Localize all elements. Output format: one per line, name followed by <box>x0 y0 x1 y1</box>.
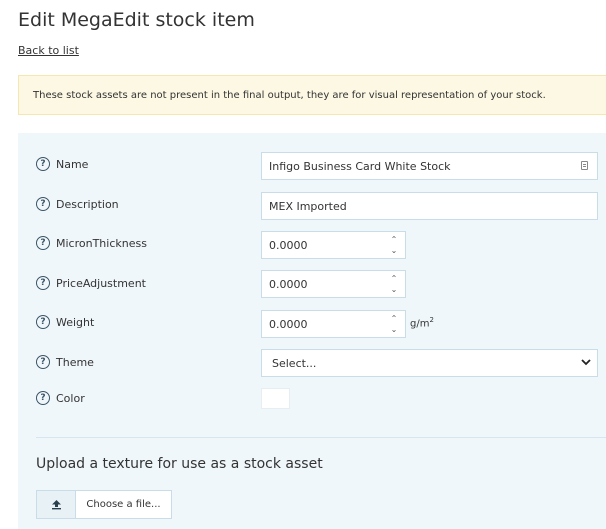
notice-banner: These stock assets are not present in th… <box>18 75 606 115</box>
theme-label: Theme <box>56 355 94 369</box>
color-label: Color <box>56 391 85 405</box>
row-color: ? Color <box>36 391 606 405</box>
micron-thickness-input[interactable]: 0.0000 ⌃ ⌄ <box>261 231 406 259</box>
stepper-down-icon[interactable]: ⌄ <box>391 325 398 334</box>
weight-input[interactable]: 0.0000 ⌃ ⌄ <box>261 310 406 338</box>
back-to-list-link[interactable]: Back to list <box>18 44 79 57</box>
page-title: Edit MegaEdit stock item <box>18 9 255 31</box>
stepper-up-icon[interactable]: ⌃ <box>391 314 398 323</box>
upload-section-title: Upload a texture for use as a stock asse… <box>36 456 323 472</box>
weight-unit: g/m2 <box>410 316 434 329</box>
upload-arrow-icon <box>51 500 61 510</box>
price-adjustment-stepper: ⌃ ⌄ <box>389 274 399 294</box>
choose-file-label: Choose a file... <box>86 499 161 510</box>
chevron-down-icon[interactable] <box>581 357 591 367</box>
choose-file-button[interactable]: Choose a file... <box>36 490 172 519</box>
name-label: Name <box>56 157 89 171</box>
weight-unit-exponent: 2 <box>429 316 434 324</box>
question-circle-icon[interactable]: ? <box>36 157 50 171</box>
theme-selected-value: Select... <box>272 356 317 370</box>
weight-unit-base: g/m <box>410 318 430 330</box>
stepper-up-icon[interactable]: ⌃ <box>391 235 398 244</box>
question-circle-icon[interactable]: ? <box>36 391 50 405</box>
micron-thickness-label: MicronThickness <box>56 236 147 250</box>
name-input[interactable]: Infigo Business Card White Stock <box>261 152 598 180</box>
stepper-down-icon[interactable]: ⌄ <box>391 285 398 294</box>
notice-text: These stock assets are not present in th… <box>33 89 546 101</box>
micron-thickness-value: 0.0000 <box>269 238 308 252</box>
question-circle-icon[interactable]: ? <box>36 315 50 329</box>
color-swatch[interactable] <box>261 388 290 409</box>
stock-item-form: ? Name Infigo Business Card White Stock … <box>18 133 606 529</box>
stepper-down-icon[interactable]: ⌄ <box>391 246 398 255</box>
micron-thickness-stepper: ⌃ ⌄ <box>389 235 399 255</box>
price-adjustment-input[interactable]: 0.0000 ⌃ ⌄ <box>261 270 406 298</box>
description-input[interactable]: MEX Imported <box>261 192 598 220</box>
section-divider <box>36 437 606 438</box>
input-keyboard-icon[interactable] <box>581 161 588 170</box>
weight-stepper: ⌃ ⌄ <box>389 314 399 334</box>
upload-icon-box <box>37 491 76 518</box>
weight-value: 0.0000 <box>269 317 308 331</box>
weight-label: Weight <box>56 315 95 329</box>
question-circle-icon[interactable]: ? <box>36 276 50 290</box>
stepper-up-icon[interactable]: ⌃ <box>391 274 398 283</box>
description-label: Description <box>56 197 119 211</box>
price-adjustment-value: 0.0000 <box>269 277 308 291</box>
price-adjustment-label: PriceAdjustment <box>56 276 146 290</box>
question-circle-icon[interactable]: ? <box>36 197 50 211</box>
description-value: MEX Imported <box>269 199 347 213</box>
question-circle-icon[interactable]: ? <box>36 355 50 369</box>
theme-select[interactable]: Select... <box>261 349 598 377</box>
question-circle-icon[interactable]: ? <box>36 236 50 250</box>
name-value: Infigo Business Card White Stock <box>269 159 451 173</box>
